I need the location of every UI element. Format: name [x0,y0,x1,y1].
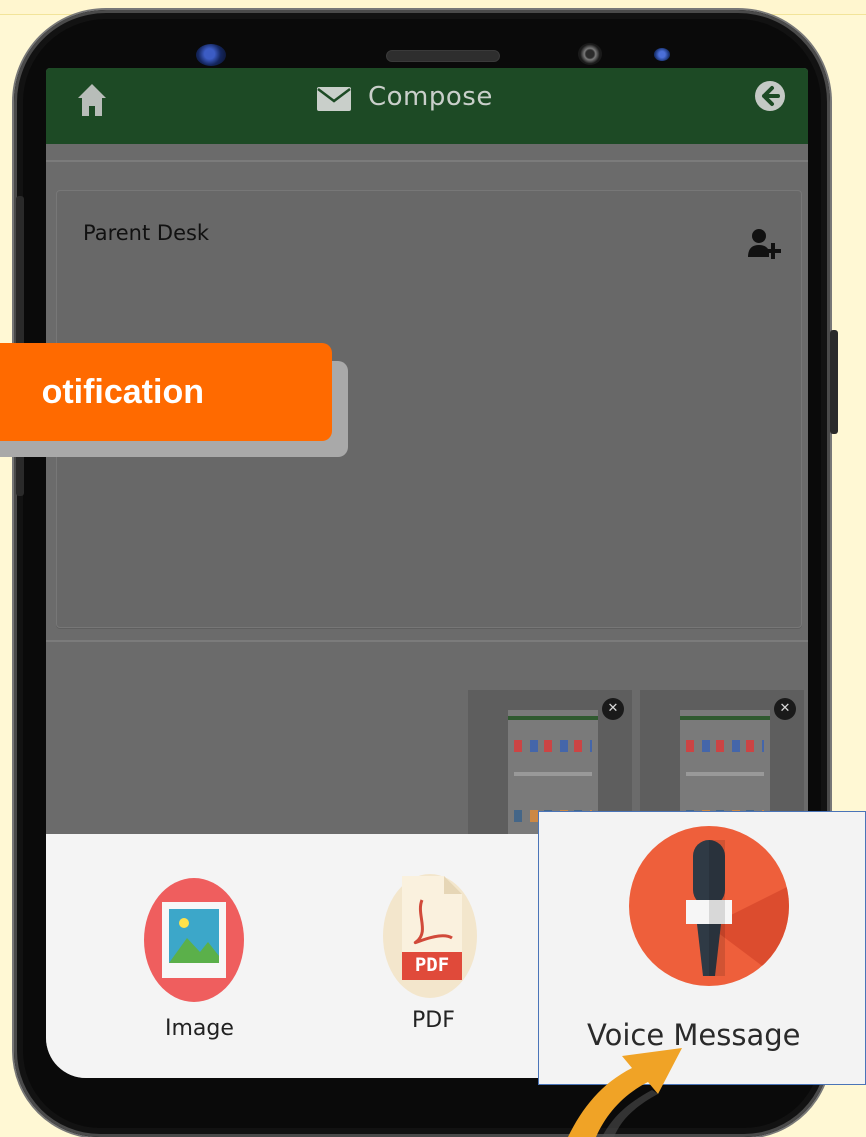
back-arrow-icon[interactable] [754,80,786,112]
attach-image-option[interactable]: Image [142,876,246,1046]
divider [46,160,808,162]
attach-image-label: Image [165,1016,234,1041]
microphone-glyph [686,840,789,986]
iris-sensor [578,43,602,65]
page-title: Compose [368,82,493,112]
pointer-arrow-icon [568,1048,682,1137]
microphone-icon [629,826,789,986]
power-button [830,330,838,434]
add-recipient-icon[interactable] [747,227,781,261]
attach-pdf-label: PDF [412,1008,455,1033]
attach-pdf-option[interactable]: PDF PDF [382,870,478,1040]
earpiece-speaker [386,50,500,62]
banner-text: otification [41,373,204,411]
app-bar: Compose [46,68,808,144]
mail-icon [317,87,351,111]
recipient-field[interactable]: Parent Desk [83,221,209,245]
image-icon [144,878,244,1002]
front-camera [196,44,226,66]
pdf-icon [383,874,477,998]
home-icon[interactable] [76,82,108,118]
pdf-badge: PDF [414,954,450,976]
remove-attachment-icon[interactable]: ✕ [602,698,624,720]
proximity-sensor [654,48,670,61]
remove-attachment-icon[interactable]: ✕ [774,698,796,720]
divider [46,640,808,642]
notification-banner: otification [0,343,332,441]
